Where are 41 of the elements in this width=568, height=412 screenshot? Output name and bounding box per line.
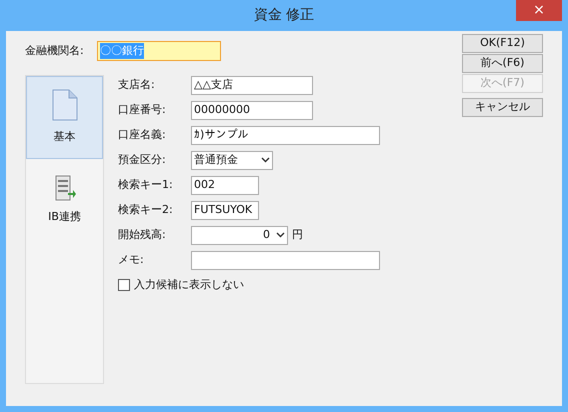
document-icon: [52, 89, 78, 122]
tab-label: 基本: [54, 129, 76, 146]
field-value: 普通預金: [194, 152, 238, 168]
side-tab[interactable]: 基本: [26, 76, 103, 159]
dialog-button[interactable]: キャンセル: [462, 98, 543, 117]
dialog-button[interactable]: 前へ(F6): [462, 54, 543, 73]
dialog-button[interactable]: OK(F12): [462, 34, 543, 53]
input-field[interactable]: 00000000: [191, 100, 313, 120]
field-label: 預金区分:: [118, 152, 167, 168]
amount-field[interactable]: 0: [191, 226, 288, 244]
field-label: メモ:: [118, 252, 145, 268]
unit-label: 円: [292, 226, 303, 243]
field-value: 〇〇銀行: [100, 42, 144, 60]
building-icon: [54, 175, 76, 202]
chevron-icon: [261, 157, 270, 163]
field-label: 検索キー2:: [118, 202, 174, 218]
field-label: 支店名:: [118, 76, 156, 93]
field-value: 0: [263, 226, 270, 243]
input-field[interactable]: ｶ)サンプル: [191, 126, 380, 144]
field-label: 開始残高:: [118, 226, 167, 243]
input-field[interactable]: △△支店: [191, 76, 313, 94]
checkbox-label: 入力候補に表示しない: [134, 276, 244, 293]
select-field[interactable]: 普通預金: [191, 150, 273, 170]
field-value: 00000000: [194, 102, 250, 118]
input-field[interactable]: FUTSUYOK: [191, 200, 259, 220]
close-button[interactable]: ×: [516, 0, 562, 21]
field-value: △△支店: [194, 76, 233, 93]
checkbox[interactable]: [118, 279, 130, 291]
field-value: 002: [194, 176, 215, 193]
field-value: ｶ)サンプル: [194, 126, 248, 143]
field-label: 検索キー1:: [118, 176, 174, 193]
input-field[interactable]: 002: [191, 176, 259, 194]
input-field[interactable]: [191, 250, 380, 270]
field-value: FUTSUYOK: [194, 202, 252, 218]
field-label: 口座番号:: [118, 102, 167, 118]
field-label: 金融機関名:: [25, 42, 85, 59]
window-title: 資金 修正: [254, 6, 314, 25]
field-label: 口座名義:: [118, 126, 167, 143]
tab-label: IB連携: [48, 209, 81, 226]
side-tab[interactable]: IB連携: [26, 159, 103, 242]
chevron-icon: [276, 232, 285, 238]
